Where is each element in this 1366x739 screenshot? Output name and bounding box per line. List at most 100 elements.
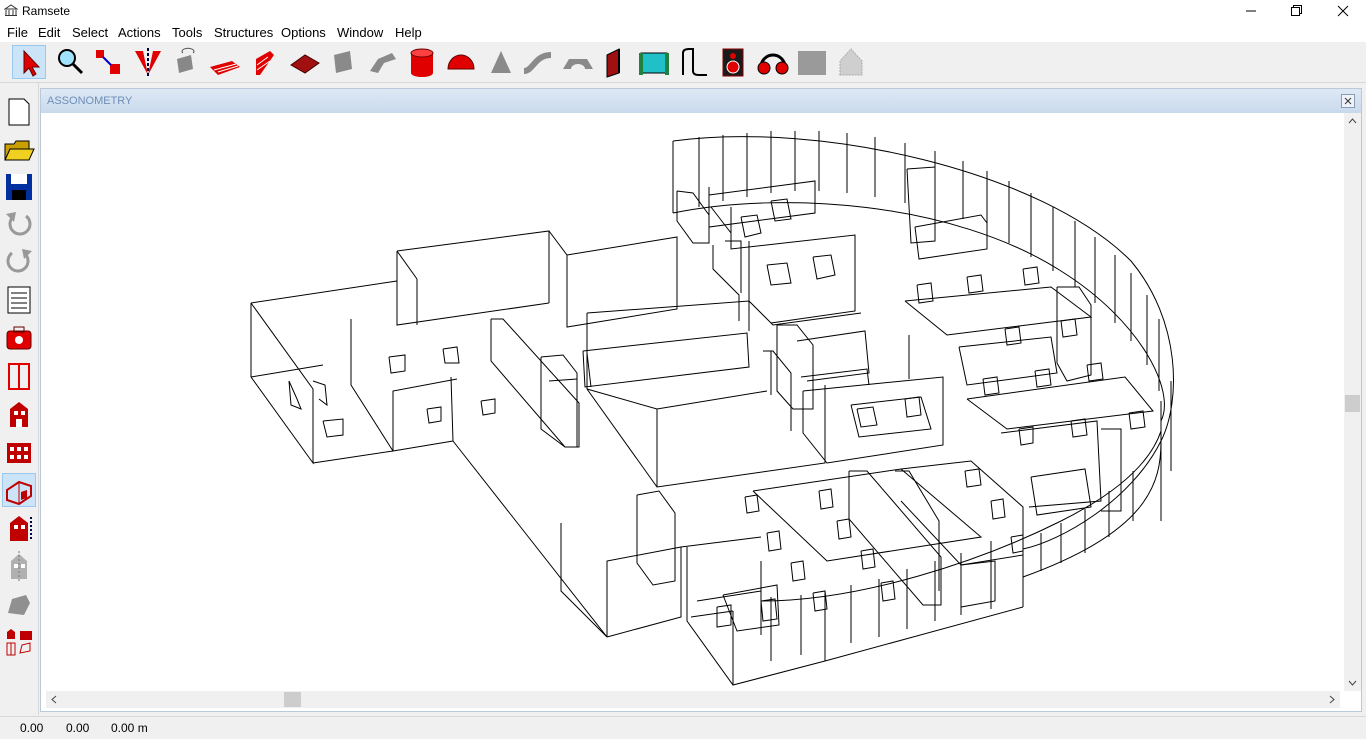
cylinder-icon bbox=[410, 48, 434, 77]
room-perspective-icon bbox=[6, 480, 32, 506]
gray-polygon-button[interactable] bbox=[2, 587, 36, 621]
slab-icon bbox=[290, 54, 320, 74]
menu-structures[interactable]: Structures bbox=[214, 25, 273, 40]
main-toolbar bbox=[0, 42, 1366, 83]
wireframe-model bbox=[250, 131, 1174, 686]
brick-wall-icon bbox=[256, 51, 274, 75]
menu-edit[interactable]: Edit bbox=[38, 25, 60, 40]
horizontal-scroll-thumb[interactable] bbox=[284, 692, 301, 707]
status-y-coordinate: 0.00 bbox=[66, 721, 90, 735]
room-perspective-button[interactable] bbox=[2, 473, 36, 507]
panel-tool-button[interactable] bbox=[637, 45, 671, 79]
redo-icon bbox=[6, 249, 32, 273]
bent-surface-button[interactable] bbox=[366, 45, 400, 79]
gray-square-icon bbox=[798, 51, 826, 75]
house-shape-button[interactable] bbox=[834, 45, 868, 79]
cone-tool-button[interactable] bbox=[484, 45, 518, 79]
open-file-button[interactable] bbox=[2, 132, 36, 166]
pointer-tool-button[interactable] bbox=[12, 45, 46, 79]
gray-shape-button[interactable] bbox=[795, 45, 829, 79]
menu-file[interactable]: File bbox=[7, 25, 28, 40]
building-set-icon bbox=[6, 629, 32, 656]
cut-plane-button[interactable] bbox=[131, 45, 165, 79]
curve-tool-button[interactable] bbox=[521, 45, 555, 79]
building-layers-button[interactable] bbox=[2, 511, 36, 545]
scroll-up-arrow-icon bbox=[1348, 118, 1357, 124]
view-title: ASSONOMETRY bbox=[47, 95, 133, 107]
close-icon bbox=[1344, 97, 1352, 105]
drawing-canvas[interactable] bbox=[46, 113, 1340, 691]
door-tool-button[interactable] bbox=[599, 45, 633, 79]
restore-button[interactable] bbox=[1274, 0, 1320, 22]
cylinder-tool-button[interactable] bbox=[405, 45, 439, 79]
dome-icon bbox=[447, 54, 475, 70]
list-icon bbox=[7, 286, 31, 314]
save-file-button[interactable] bbox=[2, 170, 36, 204]
source-tool-button[interactable] bbox=[716, 45, 750, 79]
restore-icon bbox=[1291, 5, 1302, 16]
save-disk-icon bbox=[6, 174, 32, 200]
assonometry-window: ASSONOMETRY bbox=[40, 88, 1362, 712]
arch-tool-button[interactable] bbox=[561, 45, 595, 79]
status-z-coordinate: 0.00 m bbox=[111, 721, 148, 735]
zoom-tool-button[interactable] bbox=[53, 45, 87, 79]
bent-surface-icon bbox=[370, 53, 396, 73]
left-toolbar bbox=[0, 83, 39, 715]
block-tool-button[interactable] bbox=[326, 45, 360, 79]
cut-plane-icon bbox=[135, 48, 161, 77]
cone-icon bbox=[491, 51, 511, 73]
redo-button[interactable] bbox=[2, 245, 36, 279]
rotate-object-icon bbox=[177, 47, 195, 73]
undo-icon bbox=[6, 212, 32, 236]
menu-options[interactable]: Options bbox=[281, 25, 326, 40]
move-tool-button[interactable] bbox=[91, 45, 125, 79]
toolbox-button[interactable] bbox=[2, 321, 36, 355]
view-close-button[interactable] bbox=[1341, 94, 1355, 108]
menu-bar: File Edit Select Actions Tools Structure… bbox=[0, 22, 1366, 42]
menu-tools[interactable]: Tools bbox=[172, 25, 202, 40]
undo-button[interactable] bbox=[2, 208, 36, 242]
headphones-icon bbox=[757, 53, 789, 75]
move-connect-icon bbox=[96, 50, 120, 74]
receiver-tool-button[interactable] bbox=[756, 45, 790, 79]
window-title: Ramsete bbox=[22, 4, 71, 18]
horizontal-scrollbar[interactable] bbox=[46, 691, 1340, 708]
zoom-magnifier-icon bbox=[58, 49, 84, 75]
building-set-button[interactable] bbox=[2, 625, 36, 659]
speaker-icon bbox=[722, 48, 744, 77]
slab-tool-button[interactable] bbox=[287, 45, 321, 79]
building-gray-button[interactable] bbox=[2, 549, 36, 583]
list-button[interactable] bbox=[2, 283, 36, 317]
menu-window[interactable]: Window bbox=[337, 25, 383, 40]
menu-actions[interactable]: Actions bbox=[118, 25, 161, 40]
pointer-arrow-icon bbox=[23, 49, 41, 77]
status-bar: 0.00 0.00 0.00 m bbox=[0, 716, 1366, 739]
menu-select[interactable]: Select bbox=[72, 25, 108, 40]
toolbox-icon bbox=[6, 326, 32, 350]
house-outline-icon bbox=[839, 48, 863, 76]
building-icon bbox=[10, 402, 28, 427]
menu-help[interactable]: Help bbox=[395, 25, 422, 40]
vertical-scroll-thumb[interactable] bbox=[1345, 395, 1360, 412]
wall-tool-button[interactable] bbox=[248, 45, 282, 79]
status-x-coordinate: 0.00 bbox=[20, 721, 44, 735]
building-layers-icon bbox=[10, 516, 32, 541]
close-button[interactable] bbox=[1320, 0, 1366, 22]
floor-tool-button[interactable] bbox=[208, 45, 242, 79]
step-tool-button[interactable] bbox=[677, 45, 711, 79]
rotate-object-button[interactable] bbox=[169, 45, 203, 79]
grid-building-icon bbox=[7, 443, 31, 463]
new-file-button[interactable] bbox=[2, 95, 36, 129]
columns-button[interactable] bbox=[2, 359, 36, 393]
minimize-button[interactable] bbox=[1228, 0, 1274, 22]
app-icon bbox=[4, 4, 18, 16]
title-bar: Ramsete bbox=[0, 0, 1366, 22]
vertical-scrollbar[interactable] bbox=[1344, 113, 1361, 691]
building-button[interactable] bbox=[2, 397, 36, 431]
scroll-left-arrow-icon bbox=[51, 695, 57, 704]
new-file-icon bbox=[8, 98, 30, 126]
grid-building-button[interactable] bbox=[2, 435, 36, 469]
dome-tool-button[interactable] bbox=[444, 45, 478, 79]
panel-icon bbox=[639, 52, 669, 75]
floor-plane-icon bbox=[210, 61, 240, 75]
